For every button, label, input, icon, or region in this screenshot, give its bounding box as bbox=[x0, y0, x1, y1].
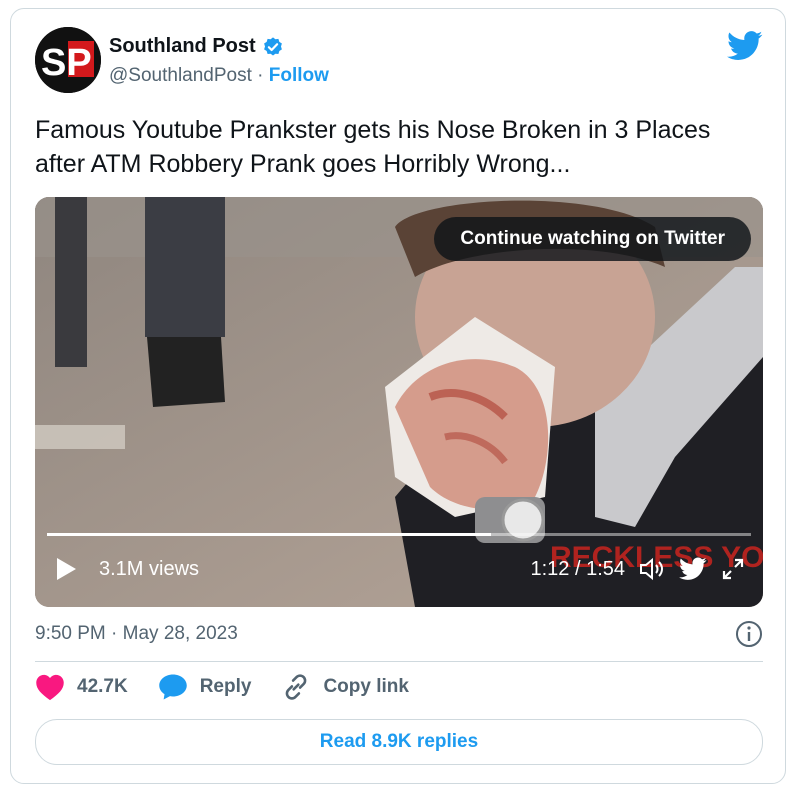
read-replies-button[interactable]: Read 8.9K replies bbox=[35, 719, 763, 765]
handle[interactable]: @SouthlandPost bbox=[109, 65, 252, 86]
view-count: 3.1M views bbox=[99, 557, 200, 580]
copy-link-label: Copy link bbox=[323, 676, 409, 697]
twitter-bird-icon[interactable] bbox=[679, 557, 707, 581]
separator: · bbox=[257, 65, 264, 86]
left-controls: 3.1M views bbox=[55, 557, 199, 581]
play-icon[interactable] bbox=[55, 557, 77, 581]
divider bbox=[35, 661, 763, 662]
reply-button[interactable]: Reply bbox=[158, 673, 252, 701]
name-row: Southland Post bbox=[109, 35, 284, 58]
handle-row: @SouthlandPost · Follow bbox=[109, 65, 329, 87]
video-time: 1:12 / 1:54 bbox=[530, 557, 625, 580]
fullscreen-icon[interactable] bbox=[721, 557, 745, 581]
copy-link-button[interactable]: Copy link bbox=[281, 673, 409, 701]
svg-text:SP: SP bbox=[41, 42, 92, 84]
avatar[interactable]: SP bbox=[35, 27, 101, 93]
volume-icon[interactable] bbox=[639, 557, 665, 581]
link-icon bbox=[286, 674, 307, 700]
reply-label: Reply bbox=[199, 676, 252, 697]
right-controls: 1:12 / 1:54 bbox=[530, 557, 745, 581]
info-icon[interactable] bbox=[735, 620, 763, 648]
progress-bar[interactable] bbox=[47, 533, 751, 536]
continue-watching-button[interactable]: Continue watching on Twitter bbox=[434, 217, 751, 261]
follow-button[interactable]: Follow bbox=[269, 65, 329, 86]
southland-post-logo: SP bbox=[35, 27, 101, 93]
tweet-timestamp[interactable]: 9:50 PM · May 28, 2023 bbox=[35, 623, 238, 645]
progress-fill bbox=[47, 533, 491, 536]
video-player[interactable]: RECKLESS YOUTH Continue watching on Twit… bbox=[35, 197, 763, 607]
twitter-bird-icon[interactable] bbox=[727, 31, 763, 61]
heart-icon bbox=[36, 674, 64, 701]
tweet-card: SP Southland Post @SouthlandPost · Follo… bbox=[10, 8, 786, 784]
reply-bubble-icon bbox=[158, 674, 187, 700]
display-name[interactable]: Southland Post bbox=[109, 35, 256, 58]
like-button[interactable]: 42.7K bbox=[35, 673, 128, 701]
action-bar: 42.7K Reply Copy link bbox=[35, 673, 439, 701]
like-count: 42.7K bbox=[77, 676, 128, 697]
tweet-text: Famous Youtube Prankster gets his Nose B… bbox=[35, 116, 711, 178]
verified-badge-icon bbox=[263, 36, 282, 56]
